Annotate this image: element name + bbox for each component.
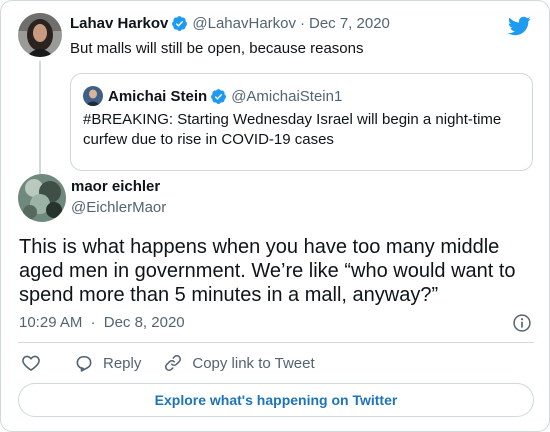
avatar — [83, 86, 103, 106]
explore-twitter-button[interactable]: Explore what's happening on Twitter — [18, 383, 534, 417]
copy-link-label: Copy link to Tweet — [192, 354, 315, 372]
parent-tweet-text: But malls will still be open, because re… — [70, 40, 364, 57]
quoted-tweet-text: #BREAKING: Starting Wednesday Israel wil… — [83, 111, 502, 148]
info-icon[interactable] — [512, 313, 532, 333]
avatar[interactable] — [18, 13, 62, 57]
parent-tweet[interactable]: Lahav Harkov @LahavHarkov · Dec 7, 2020 … — [18, 13, 538, 175]
tweet-actions: Reply Copy link to Tweet — [21, 353, 315, 373]
author-handle: @AmichaiStein1 — [231, 87, 343, 105]
author-name: Amichai Stein — [108, 87, 208, 105]
verified-badge-icon — [211, 88, 227, 104]
tweet-time: 10:29 AM — [19, 314, 83, 331]
tweet-date[interactable]: Dec 7, 2020 — [309, 15, 390, 32]
author-name[interactable]: Lahav Harkov — [70, 15, 168, 32]
avatar[interactable] — [18, 174, 66, 222]
parent-tweet-header: Lahav Harkov @LahavHarkov · Dec 7, 2020 — [70, 15, 390, 32]
tweet-timestamp[interactable]: 10:29 AM · Dec 8, 2020 — [19, 314, 185, 331]
heart-icon — [22, 355, 40, 371]
tweet-text: This is what happens when you have too m… — [19, 236, 516, 306]
tweet-date: Dec 8, 2020 — [103, 314, 185, 331]
quoted-tweet-header: Amichai Stein @AmichaiStein1 — [83, 86, 342, 106]
twitter-bird-icon[interactable] — [507, 14, 531, 38]
reply-label: Reply — [103, 354, 142, 372]
link-icon — [165, 355, 182, 371]
verified-badge-icon — [172, 16, 188, 31]
author-name[interactable]: maor eichler — [71, 178, 160, 195]
embedded-tweet-card: Lahav Harkov @LahavHarkov · Dec 7, 2020 … — [0, 0, 550, 432]
quoted-tweet[interactable]: Amichai Stein @AmichaiStein1 #BREAKING: … — [70, 73, 533, 171]
dot-separator: · — [90, 314, 96, 331]
thread-line — [39, 61, 41, 175]
reply-button[interactable]: Reply — [74, 353, 141, 373]
like-button[interactable] — [21, 353, 41, 373]
author-handle[interactable]: @EichlerMaor — [71, 199, 166, 216]
author-handle[interactable]: @LahavHarkov — [192, 15, 296, 32]
reply-icon — [76, 355, 92, 372]
dot-separator: · — [300, 15, 305, 32]
divider — [18, 342, 534, 343]
copy-link-button[interactable]: Copy link to Tweet — [163, 353, 315, 373]
